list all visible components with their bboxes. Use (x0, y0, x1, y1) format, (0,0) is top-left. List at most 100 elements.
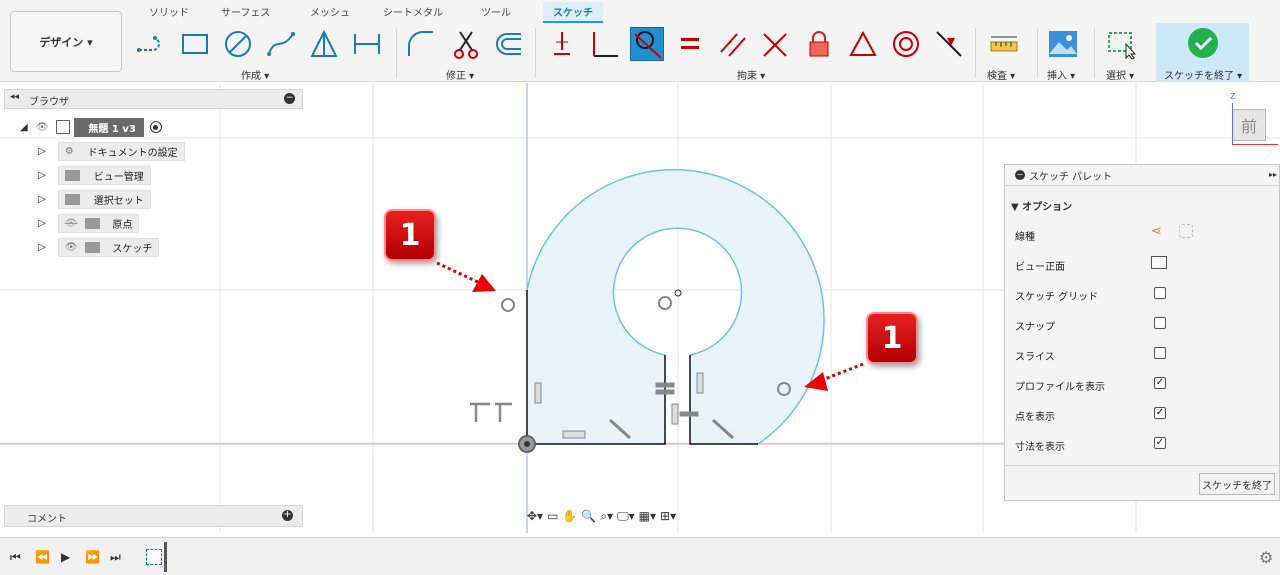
line-tool-icon[interactable] (134, 27, 168, 61)
show-profile-checkbox[interactable]: ✓ (1154, 377, 1166, 389)
browser-minimize-icon[interactable]: − (284, 93, 295, 104)
fix-constraint-lock-icon[interactable] (802, 27, 836, 61)
offset-tool-icon[interactable] (492, 27, 526, 61)
zoom-icon[interactable]: 🔍 (581, 509, 596, 523)
horizontal-vertical-constraint-icon[interactable] (545, 27, 579, 61)
expand-arrow-icon[interactable]: ▷ (38, 170, 46, 181)
browser-panel-header[interactable]: ◂◂ ブラウザ − (4, 89, 303, 109)
timeline-last-icon[interactable]: ⏭ (110, 550, 121, 565)
expand-arrow-icon[interactable]: ▷ (38, 218, 46, 229)
timeline-prev-icon[interactable]: ⏪ (35, 550, 50, 564)
show-dimensions-checkbox[interactable]: ✓ (1154, 437, 1166, 449)
centerline-icon[interactable] (1179, 224, 1193, 238)
tab-tools[interactable]: ツール (481, 4, 511, 19)
equal-constraint-icon[interactable] (673, 27, 707, 61)
tab-sheet-metal[interactable]: シートメタル (383, 4, 443, 19)
parallel-constraint-icon[interactable] (716, 27, 750, 61)
palette-header[interactable]: − スケッチ パレット ▸▸ (1005, 165, 1279, 186)
browser-root-row[interactable]: ◢ 👁 無題 1 v3 (20, 117, 162, 137)
browser-item-view-manager[interactable]: ▷ ビュー管理 (38, 165, 151, 185)
activate-radio-icon[interactable] (149, 121, 162, 133)
sketch-palette[interactable]: − スケッチ パレット ▸▸ ▼ オプション 線種 ⋖ ビュー正面 スケッチ グ… (1004, 164, 1280, 501)
orbit-icon[interactable]: ✥▾ (527, 509, 543, 523)
tab-surface[interactable]: サーフェス (221, 4, 270, 19)
viewcube-z-axis (1232, 103, 1233, 145)
slice-checkbox[interactable] (1154, 347, 1166, 359)
sketch-outer-arc[interactable] (526, 168, 825, 445)
tree-chip: 👁 スケッチ (57, 237, 160, 257)
sketch-profile[interactable] (527, 169, 825, 444)
palette-collapse-icon[interactable]: ▸▸ (1269, 170, 1277, 179)
finish-sketch-label[interactable]: スケッチを終了 ▾ (1164, 67, 1242, 82)
tab-sketch[interactable]: スケッチ (543, 2, 603, 23)
fillet-tool-icon[interactable] (404, 27, 438, 61)
expand-arrow-icon[interactable]: ▷ (38, 242, 46, 253)
insert-group-label[interactable]: 挿入 ▾ (1047, 67, 1075, 82)
concentric-constraint-icon[interactable] (889, 27, 923, 61)
visibility-eye-icon[interactable]: 👁 (65, 242, 78, 253)
sketch-inner-arc[interactable] (612, 227, 743, 356)
timeline-play-icon[interactable]: ▶ (61, 550, 70, 564)
palette-minimize-icon[interactable]: − (1015, 170, 1025, 180)
palette-section-options[interactable]: ▼ オプション (1011, 198, 1072, 213)
collapse-triangle-icon[interactable]: ◢ (20, 122, 28, 133)
viewcube-front-face[interactable]: 前 (1232, 109, 1266, 141)
constraints-group-label[interactable]: 拘束 ▾ (737, 67, 765, 82)
timeline-next-icon[interactable]: ⏩ (85, 550, 100, 564)
comment-panel[interactable]: コメント + (4, 505, 303, 527)
timeline-first-icon[interactable]: ⏮ (10, 550, 21, 565)
comment-add-icon[interactable]: + (282, 510, 293, 521)
measure-ruler-icon[interactable] (987, 27, 1021, 61)
coincident-constraint-icon[interactable] (759, 27, 793, 61)
triangle-tool-icon[interactable] (307, 27, 341, 61)
expand-arrow-icon[interactable]: ▷ (38, 146, 46, 157)
rectangle-tool-icon[interactable] (178, 27, 212, 61)
browser-item-origin[interactable]: ▷ 👁 原点 (38, 213, 140, 233)
display-settings-icon[interactable]: 🖵▾ (617, 509, 635, 524)
hidden-eye-icon[interactable]: 👁 (65, 218, 78, 229)
browser-item-document-settings[interactable]: ▷ ⚙ ドキュメントの設定 (38, 141, 185, 161)
spline-tool-icon[interactable] (264, 27, 298, 61)
show-points-checkbox[interactable]: ✓ (1154, 407, 1166, 419)
grid-settings-icon[interactable]: ▦▾ (639, 509, 656, 523)
collapse-browser-icon[interactable]: ◂◂ (10, 92, 19, 102)
insert-image-icon[interactable] (1046, 27, 1080, 61)
browser-item-label: スケッチ (112, 243, 153, 255)
visibility-eye-icon[interactable]: 👁 (36, 122, 49, 133)
tangent-constraint-icon[interactable] (630, 27, 664, 61)
select-group-label[interactable]: 選択 ▾ (1106, 67, 1134, 82)
perpendicular-constraint-icon[interactable] (587, 27, 621, 61)
origin-point[interactable] (518, 435, 536, 453)
circle-tool-icon[interactable] (221, 27, 255, 61)
snap-checkbox[interactable] (1154, 317, 1166, 329)
create-group-label[interactable]: 作成 ▾ (241, 67, 269, 82)
viewports-icon[interactable]: ⊞▾ (660, 509, 676, 523)
inspect-group-label[interactable]: 検査 ▾ (987, 67, 1015, 82)
triangle-constraint-icon[interactable] (846, 27, 880, 61)
midpoint-constraint-icon[interactable] (932, 27, 966, 61)
trim-scissors-icon[interactable] (449, 27, 483, 61)
sketch-lines[interactable] (526, 290, 758, 445)
design-workspace-button[interactable]: デザイン ▾ (10, 11, 122, 72)
sketch-grid-checkbox[interactable] (1154, 287, 1166, 299)
pan-icon[interactable]: ✋ (562, 509, 577, 523)
modify-group-label[interactable]: 修正 ▾ (446, 67, 474, 82)
root-component-name[interactable]: 無題 1 v3 (74, 117, 144, 137)
zoom-window-icon[interactable]: ⌕▾ (600, 509, 613, 524)
timeline-settings-gear-icon[interactable]: ⚙ (1259, 548, 1273, 567)
tab-mesh[interactable]: メッシュ (310, 4, 350, 19)
look-at-icon[interactable]: ▭ (547, 509, 558, 523)
dimension-tool-icon[interactable] (350, 27, 384, 61)
timeline-marker[interactable] (164, 542, 167, 572)
tree-chip: 選択セット (57, 189, 151, 209)
construction-line-icon[interactable]: ⋖ (1151, 224, 1162, 239)
browser-item-selection-sets[interactable]: ▷ 選択セット (38, 189, 151, 209)
select-window-icon[interactable] (1105, 27, 1139, 61)
expand-arrow-icon[interactable]: ▷ (38, 194, 46, 205)
timeline-sketch-feature-icon[interactable] (146, 549, 162, 565)
browser-item-sketches[interactable]: ▷ 👁 スケッチ (38, 237, 160, 257)
palette-finish-sketch-button[interactable]: スケッチを終了 (1199, 473, 1275, 495)
finish-sketch-check-icon[interactable] (1186, 26, 1220, 60)
tab-solid[interactable]: ソリッド (149, 4, 189, 19)
look-at-icon[interactable] (1151, 256, 1167, 269)
